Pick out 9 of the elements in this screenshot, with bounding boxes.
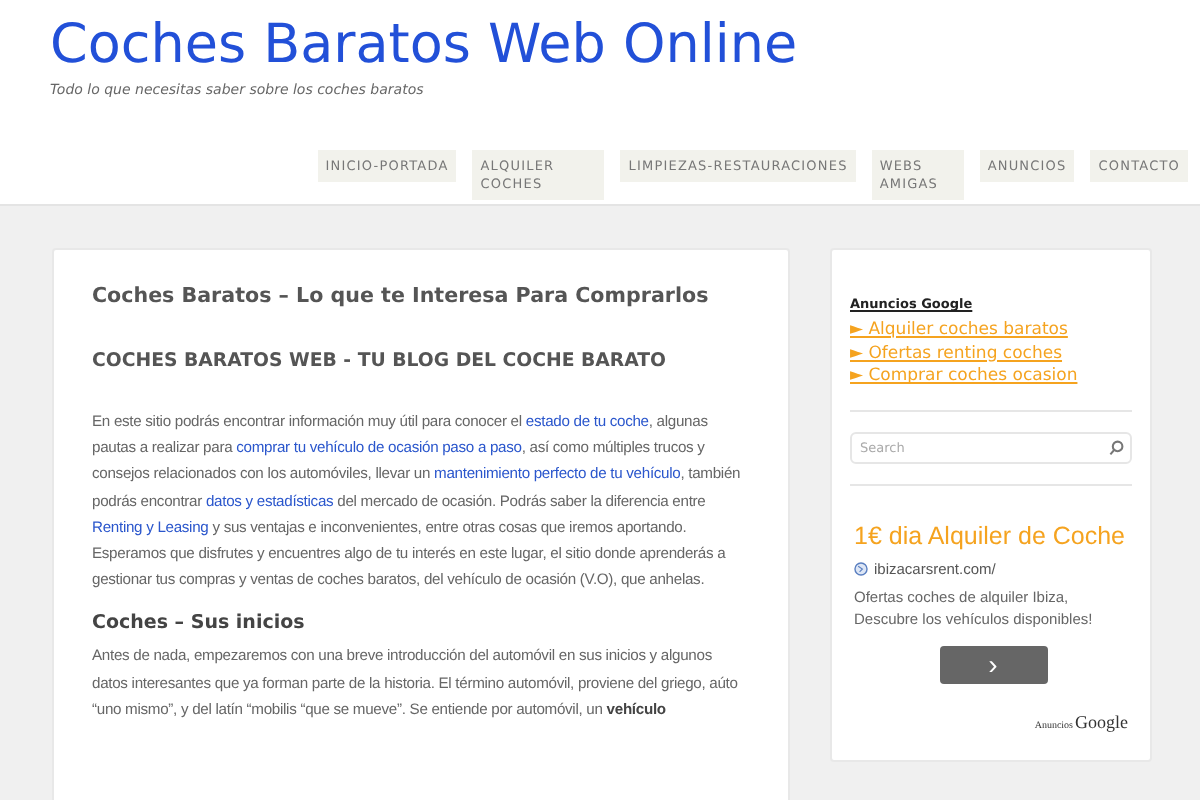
search-icon[interactable] [1108,440,1124,457]
section-subheading: Coches – Sus inicios [92,612,307,635]
ad-link[interactable]: ► Alquiler coches baratos [850,320,1068,344]
ad-next-button[interactable]: › [939,646,1047,685]
post-title: Coches Baratos – Lo que te Interesa Para Comprarlos [92,282,711,310]
ads-footer-brand: Google [1075,712,1128,733]
section-heading: COCHES BARATOS WEB - TU BLOG DEL COCHE BARATO [92,350,668,372]
ad-link[interactable]: ► Comprar coches ocasion [850,366,1078,391]
site-title[interactable]: Coches Baratos Web Online [50,12,798,80]
